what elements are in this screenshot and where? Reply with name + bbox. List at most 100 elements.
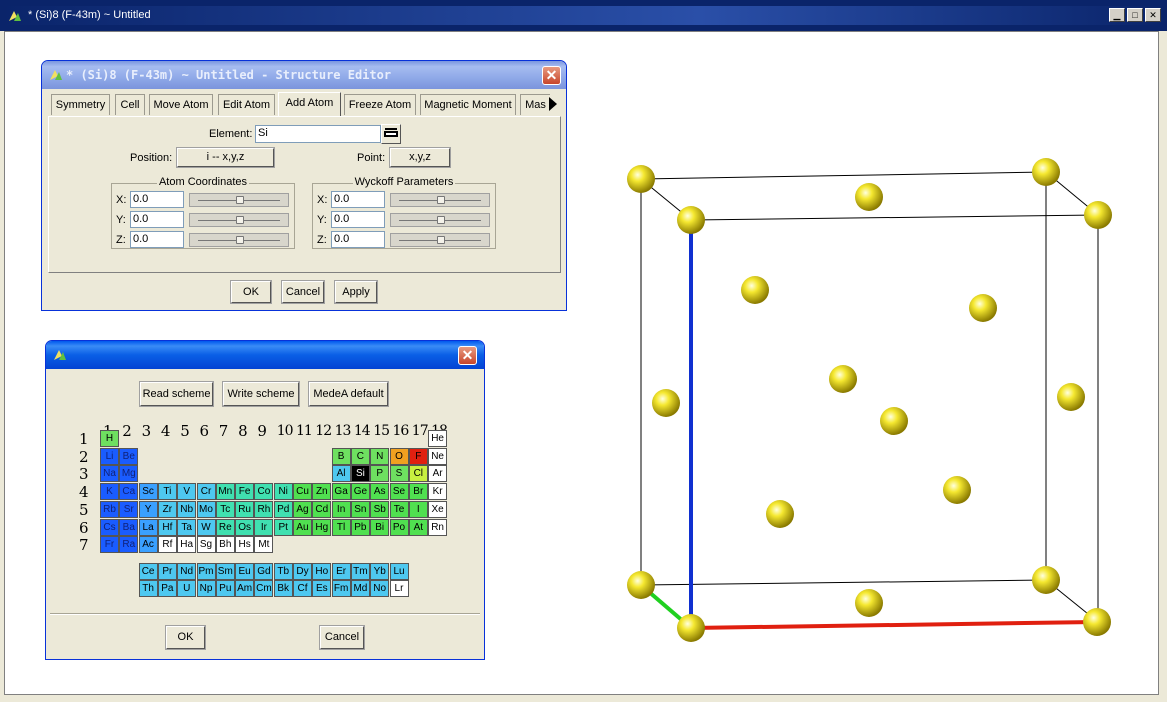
element-cell-se[interactable]: Se [389, 483, 409, 501]
element-cell-np[interactable]: Np [196, 580, 216, 598]
point-button[interactable]: x,y,z [389, 147, 451, 168]
element-cell-tm[interactable]: Tm [350, 562, 370, 580]
read-scheme-button[interactable]: Read scheme [139, 381, 214, 407]
element-cell-ha[interactable]: Ha [177, 536, 197, 554]
element-cell-sn[interactable]: Sn [350, 500, 370, 518]
element-cell-mt[interactable]: Mt [254, 536, 274, 554]
element-cell-y[interactable]: Y [138, 500, 158, 518]
element-cell-dy[interactable]: Dy [293, 562, 312, 580]
element-cell-ne[interactable]: Ne [428, 447, 448, 465]
tab-edit-atom[interactable]: Edit Atom [218, 94, 275, 115]
element-cell-zn[interactable]: Zn [312, 483, 332, 501]
element-cell-no[interactable]: No [370, 580, 390, 598]
element-cell-rf[interactable]: Rf [157, 536, 177, 554]
element-cell-o[interactable]: O [389, 447, 409, 465]
element-cell-fr[interactable]: Fr [100, 536, 119, 554]
element-cell-nb[interactable]: Nb [177, 500, 197, 518]
element-cell-sm[interactable]: Sm [215, 562, 235, 580]
wyckoff-z-slider[interactable] [390, 233, 490, 247]
element-cell-xe[interactable]: Xe [428, 500, 448, 518]
element-cell-te[interactable]: Te [389, 500, 409, 518]
tab-move-atom[interactable]: Move Atom [149, 94, 213, 115]
element-cell-sc[interactable]: Sc [138, 483, 158, 501]
element-cell-w[interactable]: W [196, 518, 216, 536]
tab-mass[interactable]: Mas [520, 94, 550, 115]
element-cell-n[interactable]: N [370, 447, 390, 465]
wyckoff-y-slider[interactable] [390, 213, 490, 227]
element-cell-rn[interactable]: Rn [428, 518, 448, 536]
element-cell-cu[interactable]: Cu [293, 483, 312, 501]
element-cell-b[interactable]: B [331, 447, 351, 465]
element-cell-au[interactable]: Au [293, 518, 312, 536]
close-icon[interactable]: ✕ [458, 346, 477, 365]
element-cell-bh[interactable]: Bh [215, 536, 235, 554]
element-cell-pm[interactable]: Pm [196, 562, 216, 580]
atom-y-field[interactable]: 0.0 [130, 211, 184, 228]
element-cell-h[interactable]: H [100, 430, 119, 447]
element-cell-yb[interactable]: Yb [370, 562, 390, 580]
element-cell-ba[interactable]: Ba [119, 518, 139, 536]
element-cell-ir[interactable]: Ir [254, 518, 274, 536]
element-cell-zr[interactable]: Zr [157, 500, 177, 518]
element-cell-mn[interactable]: Mn [215, 483, 235, 501]
element-cell-br[interactable]: Br [408, 483, 428, 501]
element-cell-cm[interactable]: Cm [254, 580, 274, 598]
element-cell-i[interactable]: I [408, 500, 428, 518]
atom-y-slider[interactable] [189, 213, 289, 227]
element-cell-ac[interactable]: Ac [138, 536, 158, 554]
element-cell-fm[interactable]: Fm [331, 580, 351, 598]
element-cell-er[interactable]: Er [331, 562, 351, 580]
close-window-button[interactable]: ✕ [1145, 8, 1161, 22]
element-cell-ni[interactable]: Ni [273, 483, 293, 501]
cancel-button[interactable]: Cancel [281, 280, 325, 304]
element-cell-es[interactable]: Es [312, 580, 332, 598]
element-cell-he[interactable]: He [428, 430, 448, 447]
wyckoff-z-field[interactable]: 0.0 [331, 231, 385, 248]
element-cell-ho[interactable]: Ho [312, 562, 332, 580]
element-cell-pd[interactable]: Pd [273, 500, 293, 518]
element-cell-hf[interactable]: Hf [157, 518, 177, 536]
tab-freeze-atom[interactable]: Freeze Atom [344, 94, 416, 115]
element-cell-pb[interactable]: Pb [350, 518, 370, 536]
element-cell-pr[interactable]: Pr [157, 562, 177, 580]
medea-default-button[interactable]: MedeA default [308, 381, 389, 407]
element-cell-md[interactable]: Md [350, 580, 370, 598]
element-cell-pu[interactable]: Pu [215, 580, 235, 598]
element-cell-tb[interactable]: Tb [273, 562, 293, 580]
element-cell-cs[interactable]: Cs [100, 518, 119, 536]
element-cell-tc[interactable]: Tc [215, 500, 235, 518]
element-cell-kr[interactable]: Kr [428, 483, 448, 501]
element-cell-ar[interactable]: Ar [428, 465, 448, 483]
element-cell-ra[interactable]: Ra [119, 536, 139, 554]
element-cell-ti[interactable]: Ti [157, 483, 177, 501]
element-cell-ga[interactable]: Ga [331, 483, 351, 501]
element-cell-co[interactable]: Co [254, 483, 274, 501]
element-cell-in[interactable]: In [331, 500, 351, 518]
atom-z-slider[interactable] [189, 233, 289, 247]
element-cell-bk[interactable]: Bk [273, 580, 293, 598]
element-cell-sr[interactable]: Sr [119, 500, 139, 518]
wyckoff-y-field[interactable]: 0.0 [331, 211, 385, 228]
wyckoff-x-field[interactable]: 0.0 [331, 191, 385, 208]
element-cell-nd[interactable]: Nd [177, 562, 197, 580]
element-cell-ce[interactable]: Ce [138, 562, 158, 580]
element-cell-sg[interactable]: Sg [196, 536, 216, 554]
periodic-ok-button[interactable]: OK [165, 625, 206, 650]
element-cell-tl[interactable]: Tl [331, 518, 351, 536]
element-picker-button[interactable] [381, 124, 401, 144]
write-scheme-button[interactable]: Write scheme [222, 381, 300, 407]
element-cell-ag[interactable]: Ag [293, 500, 312, 518]
element-cell-lr[interactable]: Lr [389, 580, 409, 598]
periodic-cancel-button[interactable]: Cancel [319, 625, 365, 650]
element-cell-rb[interactable]: Rb [100, 500, 119, 518]
element-cell-k[interactable]: K [100, 483, 119, 501]
element-cell-ge[interactable]: Ge [350, 483, 370, 501]
element-cell-pa[interactable]: Pa [157, 580, 177, 598]
element-cell-cr[interactable]: Cr [196, 483, 216, 501]
element-cell-hg[interactable]: Hg [312, 518, 332, 536]
element-cell-sb[interactable]: Sb [370, 500, 390, 518]
element-cell-v[interactable]: V [177, 483, 197, 501]
element-cell-mo[interactable]: Mo [196, 500, 216, 518]
element-cell-ru[interactable]: Ru [235, 500, 255, 518]
element-cell-th[interactable]: Th [138, 580, 158, 598]
